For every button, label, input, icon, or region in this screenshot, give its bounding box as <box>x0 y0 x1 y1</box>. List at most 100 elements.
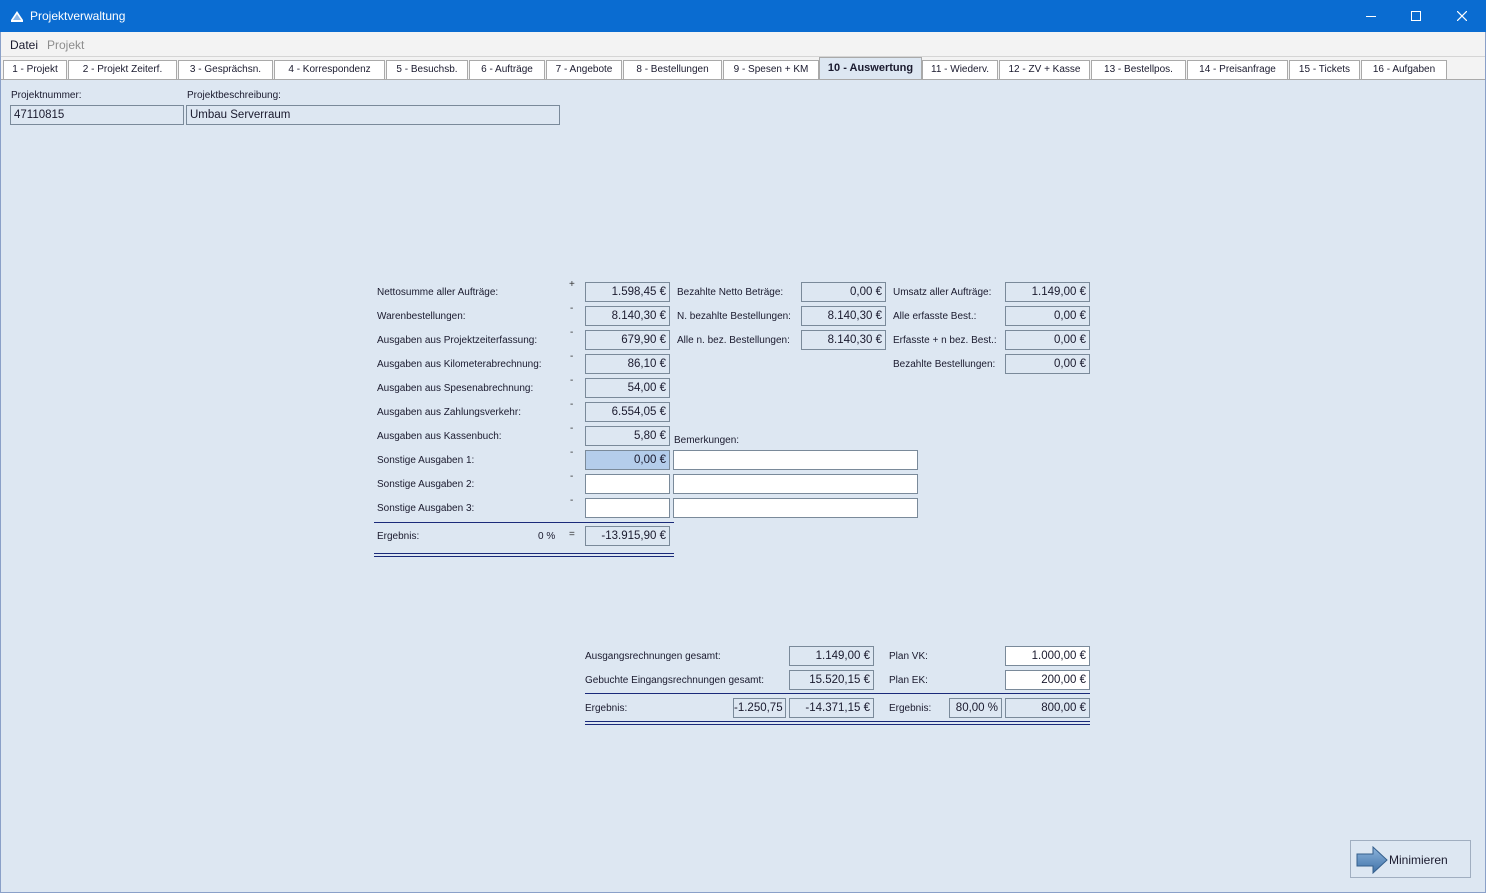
plan-vk-input[interactable]: 1.000,00 € <box>1005 646 1090 666</box>
alle-erfasste-best-field[interactable]: 0,00 € <box>1005 306 1090 326</box>
bezahlte-netto-label: Bezahlte Netto Beträge: <box>677 287 784 298</box>
bottom-ergebnis-b-field[interactable]: -14.371,15 € <box>789 698 874 718</box>
close-icon <box>1457 11 1467 21</box>
spesenabrechnung-field[interactable]: 54,00 € <box>585 378 670 398</box>
bottom-rule-top <box>585 693 1090 694</box>
maximize-icon <box>1411 11 1421 21</box>
sonstige-ausgaben-3-input[interactable] <box>585 498 670 518</box>
n-bezahlte-bestellungen-field[interactable]: 8.140,30 € <box>801 306 886 326</box>
erfasste-n-bez-best-field[interactable]: 0,00 € <box>1005 330 1090 350</box>
minimize-icon <box>1366 16 1376 17</box>
tab-aufgaben[interactable]: 16 - Aufgaben <box>1361 60 1447 79</box>
sum-rule-double-2 <box>374 556 674 557</box>
sign-plus: + <box>569 279 575 290</box>
zahlungsverkehr-field[interactable]: 6.554,05 € <box>585 402 670 422</box>
projektnummer-label: Projektnummer: <box>11 90 82 101</box>
minimieren-label: Minimieren <box>1389 853 1448 867</box>
tab-bestellungen[interactable]: 8 - Bestellungen <box>623 60 722 79</box>
menu-datei[interactable]: Datei <box>10 38 38 52</box>
sonstige-ausgaben-2-input[interactable] <box>585 474 670 494</box>
tab-auftraege[interactable]: 6 - Aufträge <box>469 60 545 79</box>
menu-bar: Datei Projekt <box>0 32 1486 57</box>
tab-gespraechsn[interactable]: 3 - Gesprächsn. <box>178 60 273 79</box>
projektnummer-field[interactable]: 47110815 <box>10 105 184 125</box>
close-window-button[interactable] <box>1439 0 1485 32</box>
alle-n-bez-bestellungen-field[interactable]: 8.140,30 € <box>801 330 886 350</box>
tab-projekt[interactable]: 1 - Projekt <box>3 60 67 79</box>
bemerkung-2-input[interactable] <box>673 474 918 494</box>
sonstige-ausgaben-1-input[interactable]: 0,00 € <box>585 450 670 470</box>
ergebnis-percent: 0 % <box>538 531 556 542</box>
minimieren-button[interactable]: Minimieren <box>1350 840 1471 878</box>
tab-projekt-zeiterf[interactable]: 2 - Projekt Zeiterf. <box>68 60 177 79</box>
eingangsrechnungen-field[interactable]: 15.520,15 € <box>789 670 874 690</box>
tab-spesen-km[interactable]: 9 - Spesen + KM <box>723 60 819 79</box>
sonstige-ausgaben-1-label: Sonstige Ausgaben 1: <box>377 455 475 466</box>
plan-ek-input[interactable]: 200,00 € <box>1005 670 1090 690</box>
plan-ergebnis-field[interactable]: 800,00 € <box>1005 698 1090 718</box>
sign-minus: - <box>570 495 574 506</box>
maximize-window-button[interactable] <box>1393 0 1439 32</box>
bemerkung-1-input[interactable] <box>673 450 918 470</box>
sign-minus: - <box>570 423 574 434</box>
sign-minus: - <box>570 351 574 362</box>
kilometerabrechnung-label: Ausgaben aus Kilometerabrechnung: <box>377 359 542 370</box>
sum-rule-top <box>374 522 674 523</box>
tab-strip: 1 - Projekt 2 - Projekt Zeiterf. 3 - Ges… <box>0 57 1486 79</box>
tab-wiederv[interactable]: 11 - Wiederv. <box>922 60 998 79</box>
bemerkungen-label: Bemerkungen: <box>674 435 740 446</box>
erfasste-n-bez-best-label: Erfasste + n bez. Best.: <box>893 335 997 346</box>
bottom-rule-double-2 <box>585 724 1090 725</box>
bottom-ergebnis-a-field[interactable]: -1.250,75 <box>733 698 786 718</box>
plan-percent-field[interactable]: 80,00 % <box>949 698 1002 718</box>
n-bezahlte-bestellungen-label: N. bezahlte Bestellungen: <box>677 311 791 322</box>
tab-frame-line <box>0 79 1486 80</box>
menu-projekt[interactable]: Projekt <box>47 38 84 52</box>
tab-zv-kasse[interactable]: 12 - ZV + Kasse <box>999 60 1090 79</box>
sonstige-ausgaben-2-label: Sonstige Ausgaben 2: <box>377 479 475 490</box>
window-border-left <box>0 32 1 893</box>
tab-auswertung[interactable]: 10 - Auswertung <box>819 57 922 79</box>
tab-tickets[interactable]: 15 - Tickets <box>1289 60 1360 79</box>
arrow-right-icon <box>1356 846 1388 874</box>
ergebnis-label: Ergebnis: <box>377 531 420 542</box>
eingangsrechnungen-label: Gebuchte Eingangsrechnungen gesamt: <box>585 675 765 686</box>
sign-equals: = <box>569 529 575 540</box>
ausgangsrechnungen-field[interactable]: 1.149,00 € <box>789 646 874 666</box>
bottom-ergebnis-label: Ergebnis: <box>585 703 628 714</box>
kilometerabrechnung-field[interactable]: 86,10 € <box>585 354 670 374</box>
tab-preisanfrage[interactable]: 14 - Preisanfrage <box>1187 60 1288 79</box>
tab-angebote[interactable]: 7 - Angebote <box>546 60 622 79</box>
alle-erfasste-best-label: Alle erfasste Best.: <box>893 311 977 322</box>
warenbestellungen-field[interactable]: 8.140,30 € <box>585 306 670 326</box>
kassenbuch-field[interactable]: 5,80 € <box>585 426 670 446</box>
sign-minus: - <box>570 399 574 410</box>
sign-minus: - <box>570 303 574 314</box>
sonstige-ausgaben-3-label: Sonstige Ausgaben 3: <box>377 503 475 514</box>
bemerkung-3-input[interactable] <box>673 498 918 518</box>
tab-bestellpos[interactable]: 13 - Bestellpos. <box>1091 60 1186 79</box>
bezahlte-netto-field[interactable]: 0,00 € <box>801 282 886 302</box>
nettosumme-field[interactable]: 1.598,45 € <box>585 282 670 302</box>
umsatz-auftraege-field[interactable]: 1.149,00 € <box>1005 282 1090 302</box>
projektzeiterfassung-field[interactable]: 679,90 € <box>585 330 670 350</box>
sign-minus: - <box>570 327 574 338</box>
projektzeiterfassung-label: Ausgaben aus Projektzeiterfassung: <box>377 335 538 346</box>
sum-rule-double-1 <box>374 553 674 554</box>
title-bar[interactable]: Projektverwaltung <box>0 0 1486 32</box>
sign-minus: - <box>570 375 574 386</box>
projektbeschreibung-field[interactable]: Umbau Serverraum <box>186 105 560 125</box>
warenbestellungen-label: Warenbestellungen: <box>377 311 466 322</box>
alle-n-bez-bestellungen-label: Alle n. bez. Bestellungen: <box>677 335 790 346</box>
app-icon <box>11 11 23 22</box>
minimize-window-button[interactable] <box>1348 0 1394 32</box>
tab-korrespondenz[interactable]: 4 - Korrespondenz <box>274 60 385 79</box>
bezahlte-bestellungen-label: Bezahlte Bestellungen: <box>893 359 996 370</box>
bezahlte-bestellungen-field[interactable]: 0,00 € <box>1005 354 1090 374</box>
bottom-rule-double-1 <box>585 721 1090 722</box>
plan-vk-label: Plan VK: <box>889 651 928 662</box>
plan-ergebnis-label: Ergebnis: <box>889 703 932 714</box>
tab-besuchsb[interactable]: 5 - Besuchsb. <box>386 60 468 79</box>
sign-minus: - <box>570 471 574 482</box>
ergebnis-field[interactable]: -13.915,90 € <box>585 526 670 546</box>
